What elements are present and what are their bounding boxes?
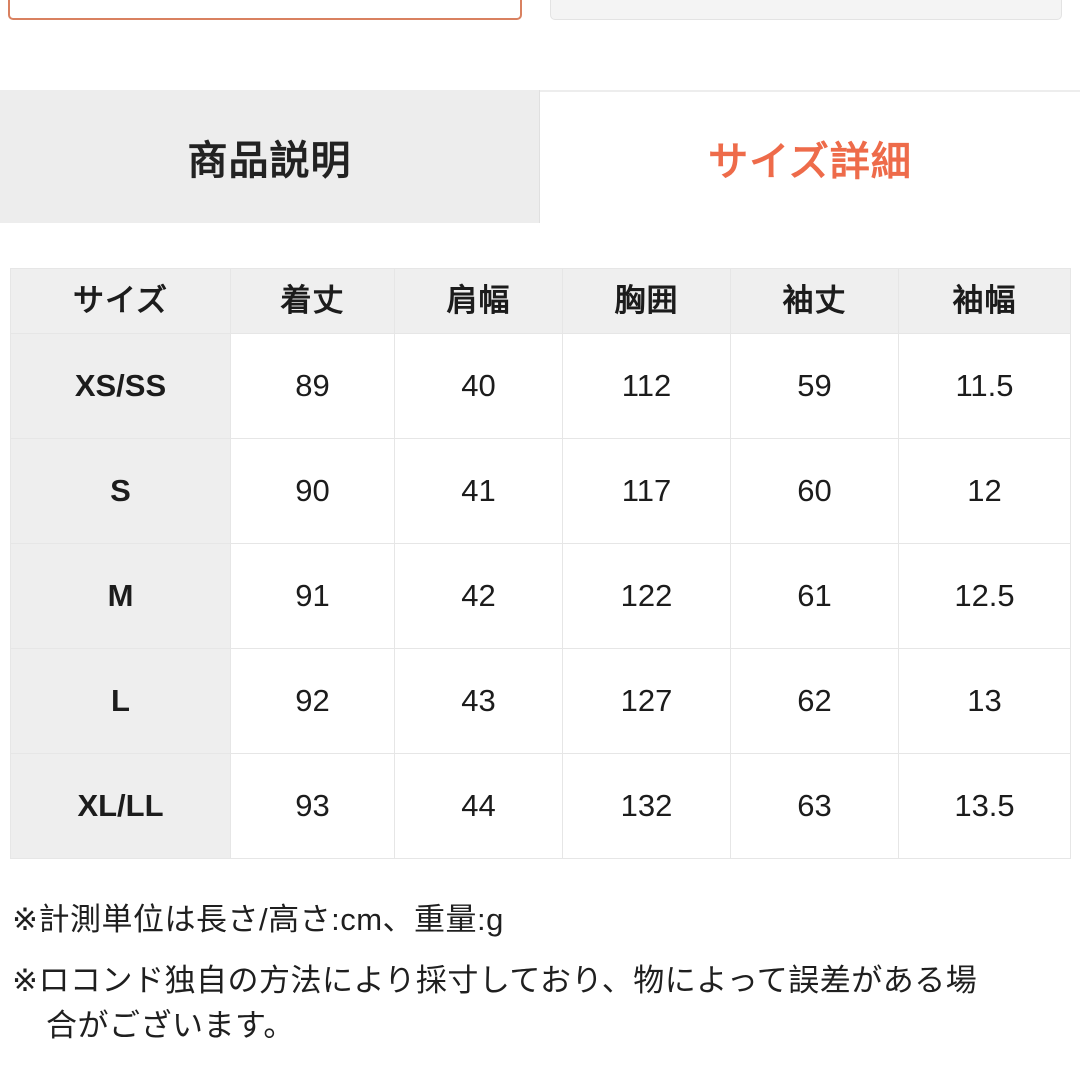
table-row: XL/LL 93 44 132 63 13.5 <box>10 753 1071 859</box>
note-measurement-units: ※計測単位は長さ/高さ:cm、重量:g <box>12 898 1068 943</box>
cell-body-length: 90 <box>230 438 395 544</box>
cell-shoulder: 40 <box>394 333 563 439</box>
cell-chest: 127 <box>562 648 731 754</box>
column-header-size: サイズ <box>10 268 231 334</box>
table-row: S 90 41 117 60 12 <box>10 438 1071 544</box>
cell-body-length: 92 <box>230 648 395 754</box>
cell-sleeve-length: 63 <box>730 753 899 859</box>
tab-product-description[interactable]: 商品説明 <box>0 90 540 223</box>
cell-size: M <box>10 543 231 649</box>
size-option-selected-partial[interactable] <box>8 0 522 20</box>
cell-shoulder: 41 <box>394 438 563 544</box>
size-table-header: サイズ 着丈 肩幅 胸囲 袖丈 袖幅 <box>10 268 1071 334</box>
cell-shoulder: 44 <box>394 753 563 859</box>
cell-sleeve-width: 13.5 <box>898 753 1071 859</box>
size-detail-table-container: サイズ 着丈 肩幅 胸囲 袖丈 袖幅 XS/SS 89 40 112 59 11… <box>10 268 1071 859</box>
size-option-default-partial[interactable] <box>550 0 1062 20</box>
cell-size: XS/SS <box>10 333 231 439</box>
cell-sleeve-length: 62 <box>730 648 899 754</box>
cell-sleeve-width: 13 <box>898 648 1071 754</box>
cell-chest: 112 <box>562 333 731 439</box>
size-table-body: XS/SS 89 40 112 59 11.5 S 90 41 117 60 1… <box>10 333 1071 859</box>
table-row: XS/SS 89 40 112 59 11.5 <box>10 333 1071 439</box>
cell-sleeve-width: 11.5 <box>898 333 1071 439</box>
cell-size: XL/LL <box>10 753 231 859</box>
tab-product-description-label: 商品説明 <box>187 138 352 183</box>
table-header-row: サイズ 着丈 肩幅 胸囲 袖丈 袖幅 <box>10 268 1071 334</box>
tab-size-detail[interactable]: サイズ詳細 <box>540 90 1080 223</box>
note-measurement-units-line1: ※計測単位は長さ/高さ:cm、重量:g <box>12 902 504 937</box>
column-header-sleeve-length: 袖丈 <box>730 268 899 334</box>
measurement-notes: ※計測単位は長さ/高さ:cm、重量:g ※ロコンド独自の方法により採寸しており、… <box>12 898 1068 1049</box>
cell-chest: 132 <box>562 753 731 859</box>
cell-sleeve-length: 59 <box>730 333 899 439</box>
cell-chest: 117 <box>562 438 731 544</box>
size-detail-table: サイズ 着丈 肩幅 胸囲 袖丈 袖幅 XS/SS 89 40 112 59 11… <box>10 268 1071 859</box>
column-header-sleeve-width: 袖幅 <box>898 268 1071 334</box>
tab-size-detail-label: サイズ詳細 <box>708 139 912 184</box>
cell-body-length: 91 <box>230 543 395 649</box>
cell-shoulder: 43 <box>394 648 563 754</box>
table-row: L 92 43 127 62 13 <box>10 648 1071 754</box>
column-header-body-length: 着丈 <box>230 268 395 334</box>
cell-shoulder: 42 <box>394 543 563 649</box>
cell-sleeve-length: 60 <box>730 438 899 544</box>
column-header-chest: 胸囲 <box>562 268 731 334</box>
note-measurement-disclaimer-line1: ※ロコンド独自の方法により採寸しており、物によって誤差がある場 <box>12 962 978 998</box>
cell-body-length: 93 <box>230 753 395 859</box>
cell-size: L <box>10 648 231 754</box>
note-measurement-disclaimer-line2: 合がございます。 <box>46 1007 295 1043</box>
cell-sleeve-width: 12.5 <box>898 543 1071 649</box>
table-row: M 91 42 122 61 12.5 <box>10 543 1071 649</box>
cell-sleeve-width: 12 <box>898 438 1071 544</box>
tab-bar: 商品説明 サイズ詳細 <box>0 90 1080 223</box>
column-header-shoulder: 肩幅 <box>394 268 563 334</box>
cell-body-length: 89 <box>230 333 395 439</box>
note-measurement-disclaimer: ※ロコンド独自の方法により採寸しており、物によって誤差がある場 合がございます。 <box>12 959 1068 1049</box>
cell-chest: 122 <box>562 543 731 649</box>
top-partial-option-strip <box>0 0 1080 24</box>
cell-size: S <box>10 438 231 544</box>
cell-sleeve-length: 61 <box>730 543 899 649</box>
